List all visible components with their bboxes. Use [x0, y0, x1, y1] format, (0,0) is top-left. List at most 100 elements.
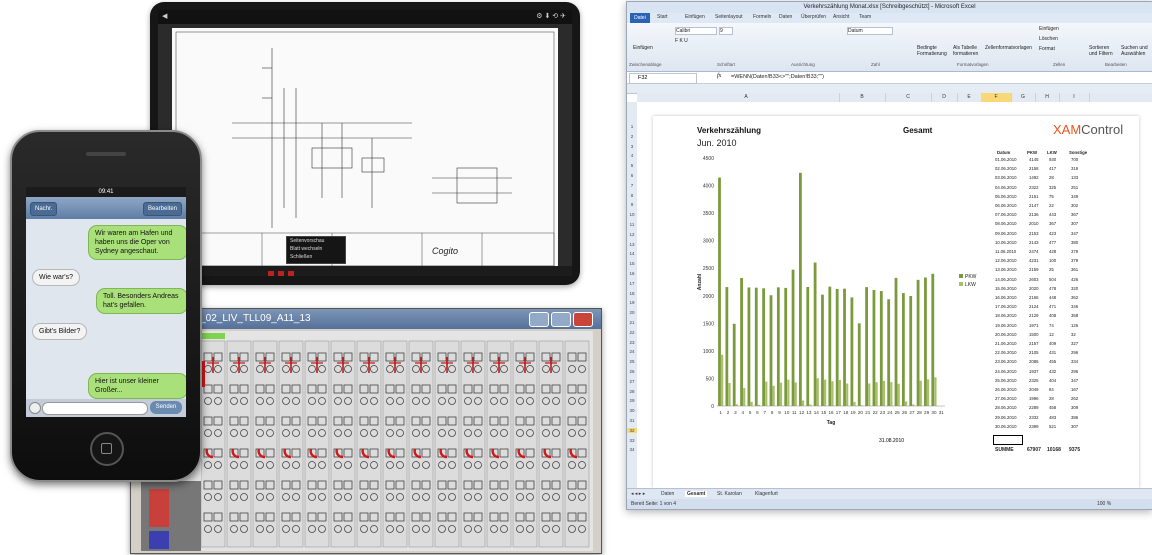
- send-button[interactable]: Senden: [150, 401, 182, 414]
- table-cell[interactable]: 2151: [1029, 194, 1039, 199]
- delete-cells-button[interactable]: Löschen: [1039, 36, 1058, 42]
- table-cell[interactable]: 477: [1049, 240, 1056, 245]
- row-header[interactable]: 14: [627, 251, 637, 256]
- column-header[interactable]: C: [885, 93, 932, 102]
- number-format-select[interactable]: Datum: [847, 27, 893, 35]
- row-header[interactable]: 29: [627, 398, 637, 403]
- table-cell[interactable]: 262: [1071, 396, 1078, 401]
- table-cell[interactable]: 443: [1049, 212, 1056, 217]
- message-input[interactable]: [42, 402, 148, 415]
- column-header[interactable]: F: [981, 93, 1012, 102]
- table-cell[interactable]: 28: [1049, 175, 1054, 180]
- table-cell[interactable]: 167: [1071, 387, 1078, 392]
- table-cell[interactable]: 431: [1049, 350, 1056, 355]
- table-cell[interactable]: 2332: [1029, 415, 1039, 420]
- table-cell[interactable]: 347: [1071, 378, 1078, 383]
- table-cell[interactable]: 07.06.2010: [995, 212, 1017, 217]
- row-header[interactable]: 17: [627, 281, 637, 286]
- tab-formeln[interactable]: Formeln: [753, 14, 771, 20]
- tab-einfuegen[interactable]: Einfügen: [685, 14, 705, 20]
- table-cell[interactable]: 22: [1049, 203, 1054, 208]
- table-cell[interactable]: 423: [1049, 231, 1056, 236]
- table-cell[interactable]: 2474: [1029, 249, 1039, 254]
- table-cell[interactable]: 84: [1049, 387, 1054, 392]
- table-cell[interactable]: 296: [1071, 350, 1078, 355]
- table-cell[interactable]: 319: [1071, 166, 1078, 171]
- table-cell[interactable]: 408: [1049, 313, 1056, 318]
- table-cell[interactable]: 361: [1071, 267, 1078, 272]
- sheet-tab[interactable]: Klagenfurt: [755, 491, 778, 497]
- row-header[interactable]: 26: [627, 369, 637, 374]
- terminal-block[interactable]: [512, 340, 538, 548]
- data-table[interactable]: Datum PKW LKW Sonstige 01.06.2010 4145 930 700 0…: [993, 142, 1125, 460]
- sheet-tab[interactable]: Daten: [661, 491, 674, 497]
- table-cell[interactable]: 08.06.2010: [995, 221, 1017, 226]
- table-cell[interactable]: 05.06.2010: [995, 194, 1017, 199]
- table-cell[interactable]: 100: [1049, 258, 1056, 263]
- table-cell[interactable]: 325: [1049, 185, 1056, 190]
- table-cell[interactable]: 11.06.2010: [995, 249, 1016, 254]
- terminal-block[interactable]: [252, 340, 278, 548]
- row-header[interactable]: 21: [627, 320, 637, 325]
- maximize-button[interactable]: [551, 312, 571, 327]
- row-header[interactable]: 32: [627, 427, 637, 433]
- table-cell[interactable]: 13.06.2010: [995, 267, 1017, 272]
- table-cell[interactable]: 379: [1071, 249, 1078, 254]
- row-header[interactable]: 23: [627, 340, 637, 345]
- table-cell[interactable]: 09.06.2010: [995, 231, 1017, 236]
- insert-cells-button[interactable]: Einfügen: [1039, 26, 1059, 32]
- terminal-block[interactable]: [304, 340, 330, 548]
- terminal-block[interactable]: [538, 340, 564, 548]
- table-cell[interactable]: 15.06.2010: [995, 286, 1017, 291]
- find-select-button[interactable]: Suchen und Auswählen: [1121, 45, 1151, 57]
- table-cell[interactable]: 1996: [1029, 396, 1039, 401]
- table-cell[interactable]: 26.06.2010: [995, 387, 1017, 392]
- terminal-block[interactable]: [434, 340, 460, 548]
- table-cell[interactable]: 12.06.2010: [995, 258, 1017, 263]
- table-cell[interactable]: 16.06.2010: [995, 295, 1017, 300]
- table-cell[interactable]: 2105: [1029, 350, 1039, 355]
- table-cell[interactable]: 521: [1049, 424, 1056, 429]
- terminal-block[interactable]: [486, 340, 512, 548]
- table-cell[interactable]: 22.06.2010: [995, 350, 1017, 355]
- terminal-block[interactable]: [460, 340, 486, 548]
- table-cell[interactable]: 251: [1071, 185, 1078, 190]
- table-cell[interactable]: 17.06.2010: [995, 304, 1017, 309]
- font-format-icons[interactable]: F K U: [675, 38, 688, 44]
- row-header[interactable]: 19: [627, 300, 637, 305]
- column-header[interactable]: I: [1059, 93, 1090, 102]
- table-cell[interactable]: 06.06.2010: [995, 203, 1017, 208]
- row-header[interactable]: 33: [627, 438, 637, 443]
- table-cell[interactable]: 1937: [1029, 369, 1039, 374]
- column-header[interactable]: E: [957, 93, 982, 102]
- table-cell[interactable]: 2603: [1029, 277, 1039, 282]
- tab-start[interactable]: Start: [657, 14, 668, 20]
- table-cell[interactable]: 133: [1071, 175, 1078, 180]
- table-cell[interactable]: 334: [1071, 359, 1078, 364]
- table-cell[interactable]: 309: [1071, 405, 1078, 410]
- table-cell[interactable]: 28: [1049, 396, 1054, 401]
- table-cell[interactable]: 2143: [1029, 240, 1039, 245]
- row-header[interactable]: 30: [627, 408, 637, 413]
- context-popup[interactable]: Seitenvorschau Blatt wechseln Schließen: [286, 236, 346, 264]
- table-cell[interactable]: 471: [1049, 304, 1056, 309]
- blue-module[interactable]: [149, 531, 169, 549]
- table-cell[interactable]: 75: [1049, 194, 1054, 199]
- row-header[interactable]: 5: [627, 163, 637, 168]
- table-cell[interactable]: 478: [1049, 286, 1056, 291]
- table-cell[interactable]: 1492: [1029, 175, 1039, 180]
- terminal-block[interactable]: [278, 340, 304, 548]
- terminal-block[interactable]: [382, 340, 408, 548]
- row-header[interactable]: 31: [627, 418, 637, 423]
- row-header[interactable]: 34: [627, 447, 637, 452]
- table-cell[interactable]: 2124: [1029, 304, 1039, 309]
- row-header[interactable]: 13: [627, 242, 637, 247]
- red-module[interactable]: [149, 489, 169, 527]
- table-cell[interactable]: 12: [1049, 332, 1054, 337]
- table-cell[interactable]: 404: [1049, 378, 1056, 383]
- font-name-select[interactable]: Calibri: [675, 27, 717, 35]
- table-cell[interactable]: 2157: [1029, 341, 1039, 346]
- row-header[interactable]: 16: [627, 271, 637, 276]
- row-header[interactable]: 6: [627, 173, 637, 178]
- row-header[interactable]: 9: [627, 202, 637, 207]
